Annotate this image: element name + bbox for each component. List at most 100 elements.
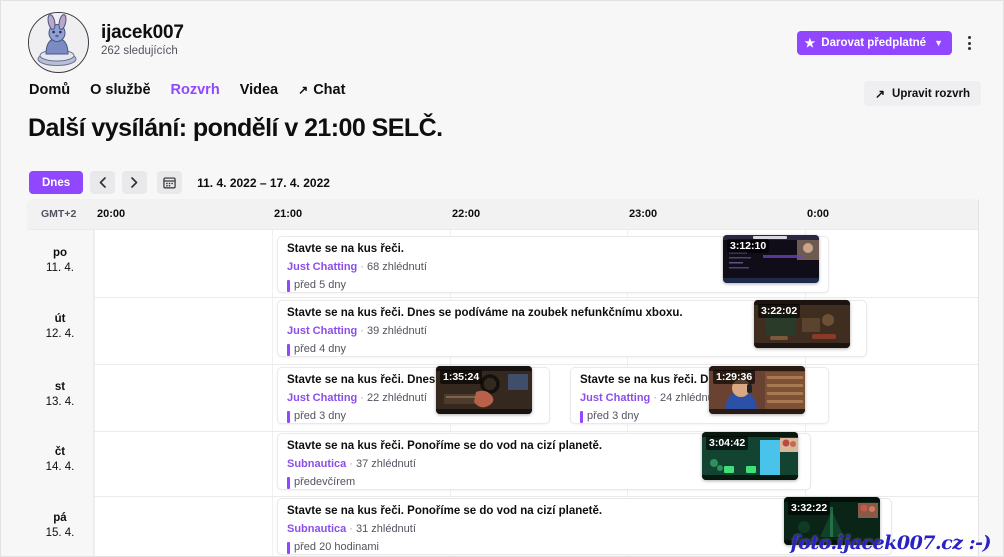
calendar-body: po 11. 4. út 12. 4. st 13. 4. čt 14. 4. … <box>27 230 979 556</box>
meta-separator: · <box>360 392 364 404</box>
event-category[interactable]: Just Chatting <box>287 261 357 273</box>
event-category[interactable]: Just Chatting <box>287 392 357 404</box>
channel-header: ijacek007 262 sledujících ★ Darovat před… <box>1 1 1003 79</box>
event-thumbnail[interactable]: 1:29:36 <box>709 366 805 414</box>
calendar-right-edge <box>978 199 979 556</box>
event-meta: Just Chatting · 24 zhlédnutí <box>580 392 720 404</box>
gift-subscription-button[interactable]: ★ Darovat předplatné ▼ <box>796 31 952 55</box>
event-views: 39 zhlédnutí <box>366 325 427 337</box>
event-category[interactable]: Just Chatting <box>580 392 650 404</box>
day-cell-thursday: čt 14. 4. <box>27 445 93 475</box>
time-tick-0000: 0:00 <box>807 208 830 220</box>
day-date: 13. 4. <box>45 396 75 408</box>
photo-watermark: foto.ijacek007.cz :-) <box>790 532 992 554</box>
event-title: Stavte se na kus řeči. Ponoříme se do vo… <box>287 440 603 452</box>
edit-schedule-button[interactable]: ↗ Upravit rozvrh <box>863 81 981 106</box>
previous-week-button[interactable] <box>90 171 116 194</box>
event-thumbnail[interactable]: 3:12:10 <box>723 235 819 283</box>
event-views: 37 zhlédnutí <box>355 458 416 470</box>
event-category[interactable]: Just Chatting <box>287 325 357 337</box>
chevron-left-icon <box>99 177 106 188</box>
time-tick-2200: 22:00 <box>452 208 481 220</box>
event-meta: Subnautica · 37 zhlédnutí <box>287 458 416 470</box>
time-tick-2100: 21:00 <box>274 208 303 220</box>
time-tick-2000: 20:00 <box>97 208 126 220</box>
schedule-calendar: GMT+2 20:00 21:00 22:00 23:00 0:00 po 11… <box>27 199 979 556</box>
event-views: 31 zhlédnutí <box>355 523 416 535</box>
event-duration: 3:32:22 <box>788 501 831 515</box>
nav-item-about[interactable]: O službě <box>90 82 150 98</box>
nav-item-label: Videa <box>239 82 279 98</box>
day-date: 11. 4. <box>46 262 74 274</box>
day-of-week: čt <box>54 446 66 458</box>
event-title: Stavte se na kus řeči. Ponoříme se do vo… <box>287 505 603 517</box>
event-meta: Subnautica · 31 zhlédnutí <box>287 523 416 535</box>
event-duration: 3:04:42 <box>706 436 749 450</box>
calendar-picker-button[interactable] <box>157 171 183 194</box>
event-timeago: před 20 hodinami <box>287 541 379 554</box>
today-button[interactable]: Dnes <box>29 171 84 194</box>
event-category[interactable]: Subnautica <box>287 458 346 470</box>
follower-count: 262 sledujících <box>101 45 178 57</box>
day-of-week: po <box>52 247 68 259</box>
date-range-label: 11. 4. 2022 – 17. 4. 2022 <box>197 175 330 190</box>
more-options-button[interactable] <box>957 31 981 55</box>
kebab-dot <box>967 47 971 50</box>
event-meta: Just Chatting · 68 zhlédnutí <box>287 261 427 273</box>
timezone-label: GMT+2 <box>41 208 77 220</box>
event-timeago: před 5 dny <box>287 279 346 292</box>
calendar-time-header: GMT+2 20:00 21:00 22:00 23:00 0:00 <box>27 199 979 230</box>
chevron-down-icon: ▼ <box>934 38 943 48</box>
event-thumbnail[interactable]: 3:04:42 <box>702 432 798 480</box>
event-views: 68 zhlédnutí <box>366 261 427 273</box>
event-title: Stavte se na kus řeči. <box>287 243 404 255</box>
event-timeago: před 3 dny <box>580 410 639 423</box>
nav-item-chat[interactable]: ↗ Chat <box>298 82 345 98</box>
time-tick-2300: 23:00 <box>629 208 658 220</box>
day-of-week: pá <box>53 512 67 524</box>
external-link-icon: ↗ <box>298 83 309 97</box>
day-of-week: st <box>54 381 66 393</box>
nav-item-home[interactable]: Domů <box>29 82 70 98</box>
nav-item-label: Rozvrh <box>170 82 220 98</box>
avatar[interactable] <box>28 12 89 73</box>
event-timeago: před 4 dny <box>287 343 346 356</box>
event-duration: 3:22:02 <box>758 304 801 318</box>
event-timeago: předevčírem <box>287 476 355 489</box>
nav-item-schedule[interactable]: Rozvrh <box>171 82 220 98</box>
chevron-right-icon <box>131 177 138 188</box>
event-meta: Just Chatting · 22 zhlédnutí <box>287 392 427 404</box>
day-cell-friday: pá 15. 4. <box>27 511 93 541</box>
channel-nav-items: Domů O službě Rozvrh Videa ↗ Chat <box>29 82 345 98</box>
event-duration: 1:35:24 <box>440 370 483 384</box>
nav-item-label: Domů <box>29 82 71 98</box>
rabbit-figurine-avatar-icon <box>29 13 85 69</box>
meta-separator: · <box>360 325 364 337</box>
event-duration: 3:12:10 <box>727 239 770 253</box>
next-week-button[interactable] <box>122 171 148 194</box>
event-category[interactable]: Subnautica <box>287 523 346 535</box>
external-link-icon: ↗ <box>874 86 886 101</box>
kebab-dot <box>967 41 971 45</box>
nav-item-label: O službě <box>90 82 151 98</box>
calendar-events: Stavte se na kus řeči. Just Chatting · 68 … <box>27 230 979 556</box>
day-cell-tuesday: út 12. 4. <box>27 312 93 342</box>
event-thumbnail[interactable]: 1:35:24 <box>436 366 532 414</box>
gift-subscription-label: Darovat předplatné <box>821 37 927 49</box>
nav-item-label: Chat <box>313 82 346 98</box>
schedule-toolbar: Dnes 11. 4. 2022 – 17. 4. 2022 <box>29 171 330 194</box>
kebab-dot <box>967 36 971 39</box>
day-cell-monday: po 11. 4. <box>27 246 93 276</box>
event-views: 22 zhlédnutí <box>366 392 427 404</box>
edit-schedule-label: Upravit rozvrh <box>892 87 970 100</box>
day-column: po 11. 4. út 12. 4. st 13. 4. čt 14. 4. … <box>27 230 94 556</box>
day-date: 15. 4. <box>45 527 75 539</box>
meta-separator: · <box>360 261 364 273</box>
day-date: 12. 4. <box>45 328 75 340</box>
event-duration: 1:29:36 <box>713 370 756 384</box>
event-timeago: před 3 dny <box>287 410 346 423</box>
meta-separator: · <box>653 392 657 404</box>
day-of-week: út <box>54 313 66 325</box>
nav-item-videos[interactable]: Videa <box>240 82 278 98</box>
event-thumbnail[interactable]: 3:22:02 <box>754 300 850 348</box>
